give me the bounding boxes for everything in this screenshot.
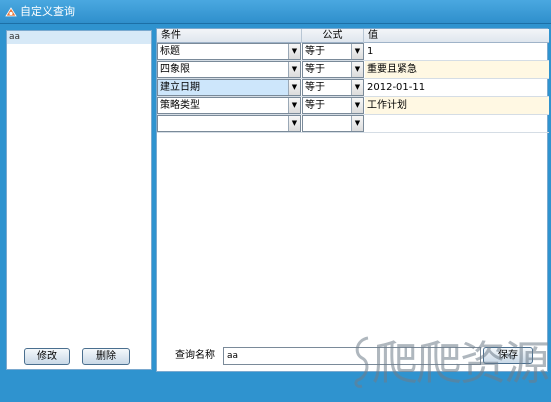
formula-select[interactable]: ▼	[302, 115, 364, 132]
formula-value: 等于	[305, 100, 325, 111]
query-name-input[interactable]: aa	[223, 347, 481, 365]
table-row: ▼ ▼	[157, 115, 549, 133]
dropdown-arrow-icon[interactable]: ▼	[351, 44, 363, 59]
formula-select[interactable]: 等于 ▼	[302, 61, 364, 78]
save-button[interactable]: 保存	[483, 347, 533, 364]
condition-select[interactable]: 策略类型 ▼	[157, 97, 301, 114]
dropdown-arrow-icon[interactable]: ▼	[288, 116, 300, 131]
grid-header: 条件 公式 值	[157, 29, 549, 43]
condition-select[interactable]: 四象限 ▼	[157, 61, 301, 78]
table-row: 建立日期 ▼ 等于 ▼ 2012-01-11	[157, 79, 549, 97]
condition-select[interactable]: 建立日期 ▼	[157, 79, 301, 96]
condition-select[interactable]: 标题 ▼	[157, 43, 301, 60]
dropdown-arrow-icon[interactable]: ▼	[351, 80, 363, 95]
edit-button[interactable]: 修改	[24, 348, 70, 365]
condition-value: 标题	[160, 46, 180, 57]
condition-value: 建立日期	[160, 82, 200, 93]
title-bar[interactable]: 自定义查询	[0, 0, 551, 24]
dropdown-arrow-icon[interactable]: ▼	[288, 44, 300, 59]
header-condition: 条件	[157, 29, 302, 43]
condition-value: 四象限	[160, 64, 190, 75]
delete-button[interactable]: 删除	[82, 348, 130, 365]
query-name-label: 查询名称	[175, 350, 215, 361]
dropdown-arrow-icon[interactable]: ▼	[351, 116, 363, 131]
condition-select[interactable]: ▼	[157, 115, 301, 132]
formula-select[interactable]: 等于 ▼	[302, 79, 364, 96]
table-row: 策略类型 ▼ 等于 ▼ 工作计划	[157, 97, 549, 115]
value-cell[interactable]: 1	[365, 43, 549, 60]
status-strip	[0, 374, 551, 402]
dropdown-arrow-icon[interactable]: ▼	[351, 62, 363, 77]
formula-value: 等于	[305, 46, 325, 57]
formula-select[interactable]: 等于 ▼	[302, 97, 364, 114]
condition-value: 策略类型	[160, 100, 200, 111]
value-cell[interactable]: 工作计划	[365, 97, 549, 114]
app-icon	[5, 7, 17, 17]
window-title: 自定义查询	[20, 5, 75, 18]
list-item[interactable]: aa	[7, 31, 151, 44]
value-cell[interactable]: 2012-01-11	[365, 79, 549, 96]
table-row: 四象限 ▼ 等于 ▼ 重要且紧急	[157, 61, 549, 79]
saved-query-list[interactable]: aa	[6, 30, 152, 370]
value-cell[interactable]: 重要且紧急	[365, 61, 549, 78]
dropdown-arrow-icon[interactable]: ▼	[351, 98, 363, 113]
header-formula: 公式	[302, 29, 364, 43]
formula-value: 等于	[305, 82, 325, 93]
condition-grid: 条件 公式 值 标题 ▼ 等于 ▼ 1 四象限 ▼ 等于 ▼ 重要且紧急 建立日…	[157, 29, 549, 339]
table-row: 标题 ▼ 等于 ▼ 1	[157, 43, 549, 61]
dropdown-arrow-icon[interactable]: ▼	[288, 62, 300, 77]
query-window: 自定义查询 aa 修改 删除 条件 公式 值 标题 ▼ 等于 ▼ 1 四象限 ▼…	[0, 0, 551, 402]
header-value: 值	[368, 30, 378, 41]
dropdown-arrow-icon[interactable]: ▼	[288, 80, 300, 95]
formula-select[interactable]: 等于 ▼	[302, 43, 364, 60]
condition-panel: 条件 公式 值 标题 ▼ 等于 ▼ 1 四象限 ▼ 等于 ▼ 重要且紧急 建立日…	[156, 28, 549, 372]
formula-value: 等于	[305, 64, 325, 75]
value-cell[interactable]	[365, 115, 549, 132]
dropdown-arrow-icon[interactable]: ▼	[288, 98, 300, 113]
